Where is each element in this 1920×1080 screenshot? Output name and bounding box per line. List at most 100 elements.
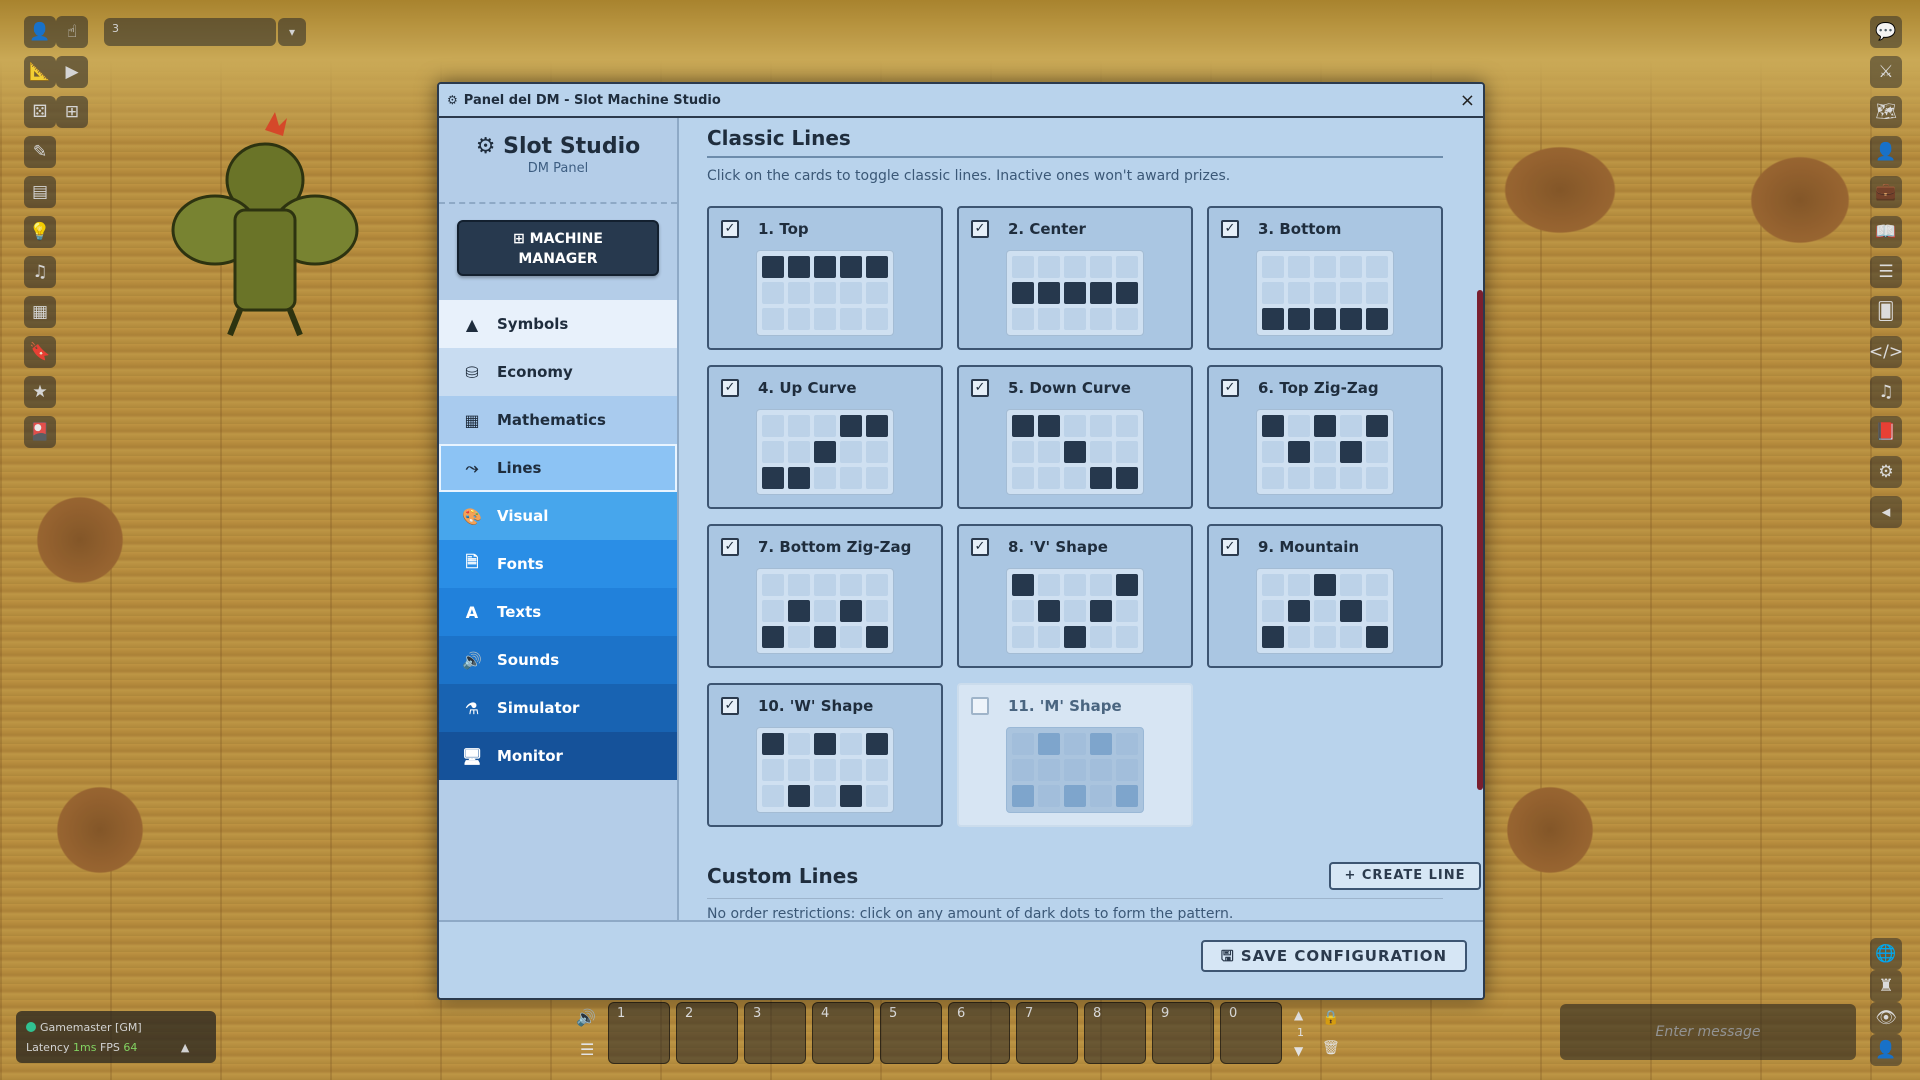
line-title: 5. Down Curve xyxy=(1008,379,1131,397)
brand-subtitle: DM Panel xyxy=(527,161,589,176)
machine-manager-button[interactable]: ⊞ MACHINE MANAGER xyxy=(457,220,659,276)
pattern-cell-off xyxy=(840,574,862,596)
pattern-cell-off xyxy=(788,308,810,330)
line-checkbox[interactable]: ✓ xyxy=(721,697,739,715)
line-pattern-grid xyxy=(756,727,894,813)
sidebar-item-symbols[interactable]: ▲ Symbols xyxy=(439,300,677,348)
pattern-cell-off xyxy=(1314,467,1336,489)
pattern-cell-off xyxy=(866,441,888,463)
pattern-cell-off xyxy=(866,785,888,807)
sidebar-item-sounds[interactable]: 🔊 Sounds xyxy=(439,636,677,684)
pattern-cell-off xyxy=(814,308,836,330)
line-checkbox[interactable]: ✓ xyxy=(1221,220,1239,238)
pattern-cell-off xyxy=(1262,282,1284,304)
pattern-cell-off xyxy=(1288,282,1310,304)
sidebar-item-lines[interactable]: ⤳ Lines xyxy=(439,444,677,492)
pattern-cell-off xyxy=(866,574,888,596)
line-checkbox[interactable]: ✓ xyxy=(1221,379,1239,397)
pattern-cell-off xyxy=(1262,600,1284,622)
pattern-cell-off xyxy=(762,785,784,807)
custom-divider xyxy=(707,898,1443,899)
pattern-cell-off xyxy=(1366,282,1388,304)
pattern-cell-off xyxy=(1366,467,1388,489)
line-card[interactable]: ✓ 6. Top Zig-Zag xyxy=(1207,365,1443,509)
pattern-cell-off xyxy=(1116,415,1138,437)
line-title: 7. Bottom Zig-Zag xyxy=(758,538,912,556)
pattern-cell-off xyxy=(1064,759,1086,781)
pattern-cell-on xyxy=(1116,785,1138,807)
sidebar-item-texts[interactable]: A Texts xyxy=(439,588,677,636)
pattern-cell-off xyxy=(1288,467,1310,489)
pattern-cell-off xyxy=(840,626,862,648)
line-card[interactable]: 11. 'M' Shape xyxy=(957,683,1193,827)
sidebar-item-economy[interactable]: ⛁ Economy xyxy=(439,348,677,396)
pattern-cell-on xyxy=(1340,441,1362,463)
sidebar-item-monitor[interactable]: 🖥 Monitor xyxy=(439,732,677,780)
pattern-cell-on xyxy=(1288,441,1310,463)
pattern-cell-off xyxy=(840,733,862,755)
line-card[interactable]: ✓ 3. Bottom xyxy=(1207,206,1443,350)
line-checkbox[interactable]: ✓ xyxy=(721,538,739,556)
palette-icon: 🎨 xyxy=(462,506,482,526)
pattern-cell-on xyxy=(1064,441,1086,463)
pattern-cell-on xyxy=(1314,415,1336,437)
pattern-cell-off xyxy=(1262,574,1284,596)
pattern-cell-off xyxy=(1064,415,1086,437)
pattern-cell-off xyxy=(1366,600,1388,622)
pattern-cell-on xyxy=(1064,282,1086,304)
pattern-cell-off xyxy=(762,600,784,622)
line-card[interactable]: ✓ 10. 'W' Shape xyxy=(707,683,943,827)
line-checkbox[interactable]: ✓ xyxy=(1221,538,1239,556)
line-card[interactable]: ✓ 7. Bottom Zig-Zag xyxy=(707,524,943,668)
save-configuration-button[interactable]: 🖫 SAVE CONFIGURATION xyxy=(1201,940,1467,972)
pattern-cell-off xyxy=(1012,759,1034,781)
pattern-cell-on xyxy=(1366,415,1388,437)
cog-icon: ⚙ xyxy=(475,134,496,159)
monitor-icon: 🖥 xyxy=(461,746,483,766)
sidebar-item-mathematics[interactable]: ▦ Mathematics xyxy=(439,396,677,444)
pattern-cell-off xyxy=(840,441,862,463)
sidebar-item-fonts[interactable]: 🗎 Fonts xyxy=(439,540,677,588)
line-checkbox[interactable]: ✓ xyxy=(721,379,739,397)
pattern-cell-off xyxy=(1288,626,1310,648)
line-card[interactable]: ✓ 9. Mountain xyxy=(1207,524,1443,668)
line-card[interactable]: ✓ 4. Up Curve xyxy=(707,365,943,509)
letter-a-icon: A xyxy=(465,602,479,622)
pattern-cell-off xyxy=(1038,626,1060,648)
line-title: 3. Bottom xyxy=(1258,220,1342,238)
pattern-cell-on xyxy=(1314,308,1336,330)
pattern-cell-off xyxy=(1090,626,1112,648)
pattern-cell-off xyxy=(1314,626,1336,648)
line-checkbox[interactable]: ✓ xyxy=(971,379,989,397)
pattern-cell-off xyxy=(788,282,810,304)
content-scrollbar[interactable] xyxy=(1477,290,1483,790)
pattern-cell-on xyxy=(840,256,862,278)
line-card[interactable]: ✓ 5. Down Curve xyxy=(957,365,1193,509)
line-checkbox[interactable]: ✓ xyxy=(971,538,989,556)
line-card[interactable]: ✓ 8. 'V' Shape xyxy=(957,524,1193,668)
pattern-cell-off xyxy=(1064,467,1086,489)
sidebar-item-visual[interactable]: 🎨 Visual xyxy=(439,492,677,540)
sidebar-item-simulator[interactable]: ⚗ Simulator xyxy=(439,684,677,732)
close-button[interactable]: × xyxy=(1460,90,1475,111)
sidebar-item-label: Visual xyxy=(497,507,549,525)
pattern-cell-off xyxy=(1038,785,1060,807)
line-card[interactable]: ✓ 1. Top xyxy=(707,206,943,350)
pattern-cell-off xyxy=(1090,785,1112,807)
line-checkbox[interactable] xyxy=(971,697,989,715)
pattern-cell-off xyxy=(1340,256,1362,278)
pattern-cell-on xyxy=(866,733,888,755)
line-checkbox[interactable]: ✓ xyxy=(971,220,989,238)
pattern-cell-off xyxy=(1262,256,1284,278)
pattern-cell-off xyxy=(814,600,836,622)
line-checkbox[interactable]: ✓ xyxy=(721,220,739,238)
modal-header: ⚙ Panel del DM - Slot Machine Studio × xyxy=(439,84,1483,118)
line-card[interactable]: ✓ 2. Center xyxy=(957,206,1193,350)
pattern-cell-off xyxy=(1314,282,1336,304)
create-line-button[interactable]: + CREATE LINE xyxy=(1329,862,1481,890)
pattern-cell-off xyxy=(762,759,784,781)
pattern-cell-on xyxy=(866,626,888,648)
pattern-cell-off xyxy=(1340,574,1362,596)
line-title: 1. Top xyxy=(758,220,809,238)
pattern-cell-on xyxy=(1064,626,1086,648)
